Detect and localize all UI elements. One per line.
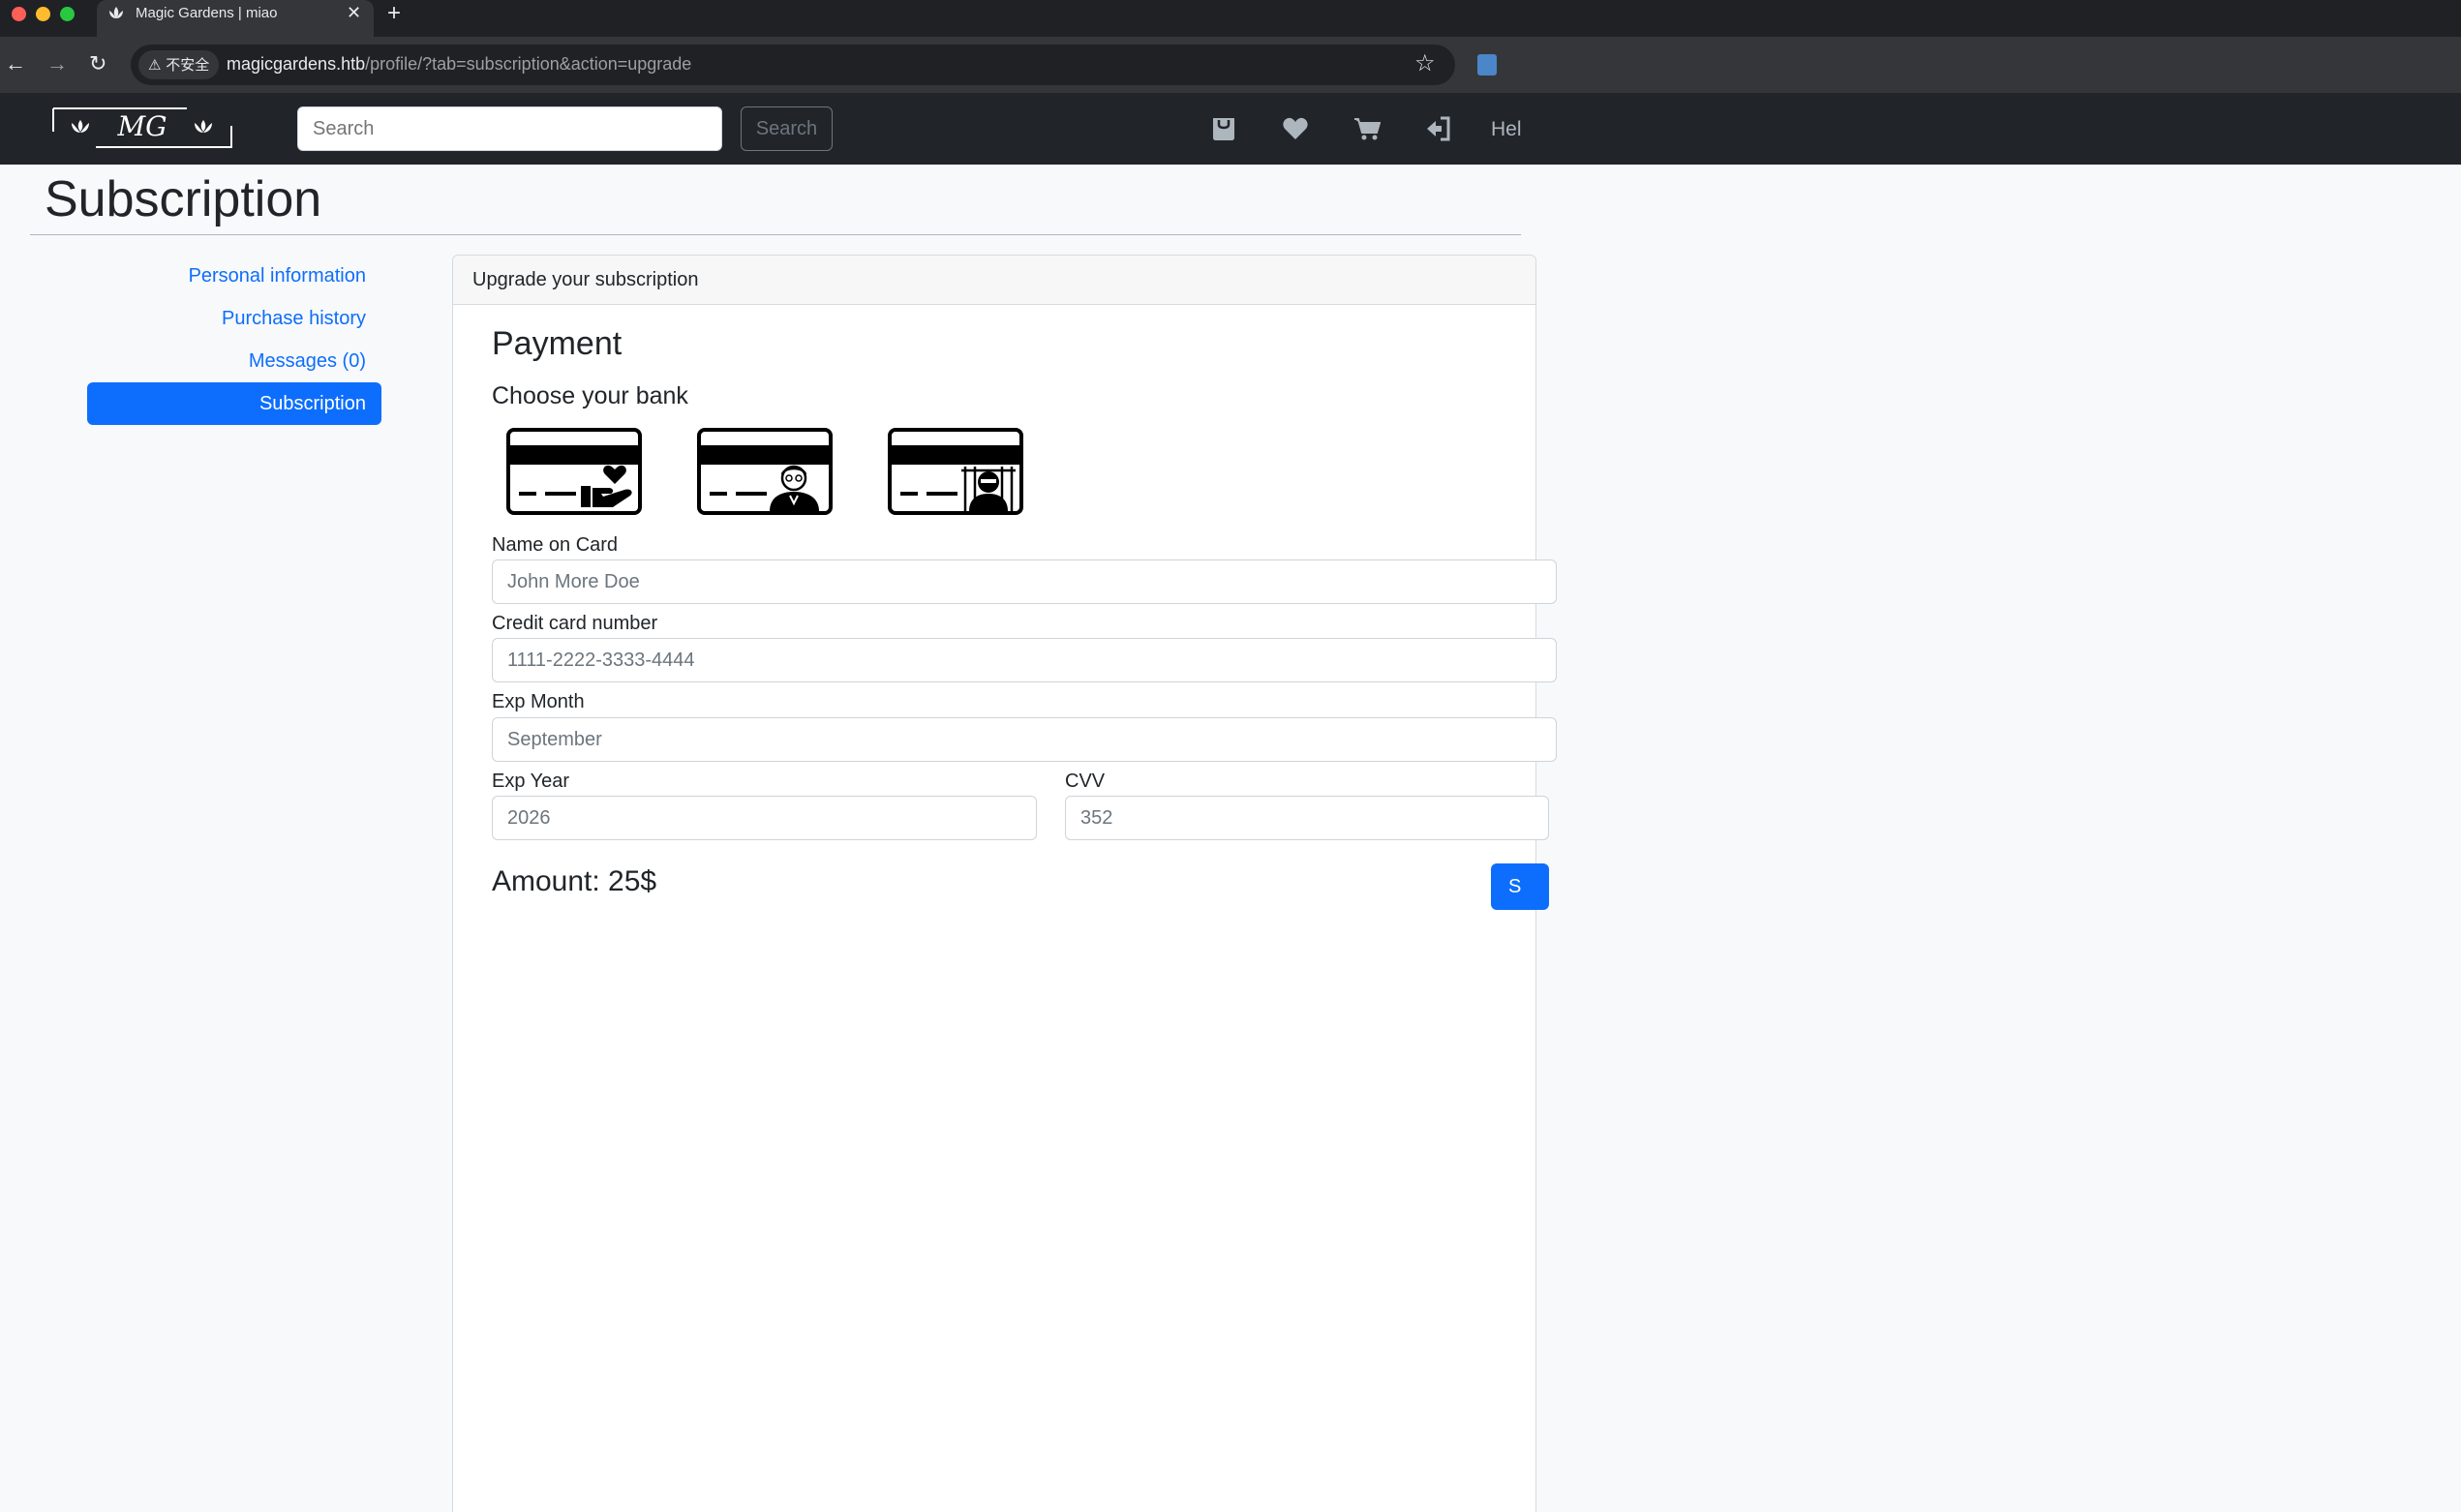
forward-button[interactable]: → [46,52,68,76]
upgrade-subscription-card: Upgrade your subscription Payment Choose… [452,255,1557,1512]
exp-month-field[interactable] [492,717,1557,762]
exp-year-label: Exp Year [492,771,570,792]
close-tab-icon[interactable]: ✕ [347,3,361,23]
search-button[interactable]: Search [741,106,833,151]
sign-in-icon[interactable] [1425,116,1452,141]
magic-gardens-logo[interactable]: MG [51,106,233,151]
browser-tab[interactable]: Magic Gardens | miao ✕ [97,0,374,37]
lotus-favicon-icon [109,7,123,18]
amount-total: Amount: 25$ [492,865,657,897]
sidebar-item-purchase-history[interactable]: Purchase history [87,297,381,340]
site-navbar: MG Search Hel [0,93,2461,165]
sidebar-item-personal-information[interactable]: Personal information [87,255,381,297]
logo-text: MG [116,110,167,142]
payment-heading: Payment [492,325,623,362]
exp-month-label: Exp Month [492,691,585,712]
cvv-label: CVV [1065,771,1106,792]
credit-card-number-field[interactable] [492,638,1557,682]
search-input[interactable] [297,106,722,151]
name-on-card-label: Name on Card [492,534,619,556]
help-link[interactable]: Hel [1491,118,1522,141]
minimize-window-button[interactable] [36,7,50,21]
browser-toolbar: ← → ↻ ⚠ 不安全 magicgardens.htb/profile/?ta… [0,37,2461,93]
new-tab-button[interactable]: + [387,0,401,27]
profile-sidebar: Personal information Purchase history Me… [87,255,381,425]
page-title: Subscription [45,171,322,227]
url-host: magicgardens.htb [227,54,366,74]
maximize-window-button[interactable] [60,7,75,21]
bookmark-star-icon[interactable]: ☆ [1414,49,1436,76]
close-window-button[interactable] [12,7,26,21]
back-button[interactable]: ← [5,52,26,76]
address-bar[interactable]: ⚠ 不安全 magicgardens.htb/profile/?tab=subs… [131,45,1455,85]
reload-button[interactable]: ↻ [89,52,106,76]
not-secure-badge[interactable]: ⚠ 不安全 [138,50,220,79]
divider [30,234,1521,235]
shopping-bag-icon[interactable] [1210,116,1237,141]
sidebar-item-messages[interactable]: Messages (0) [87,340,381,382]
bank-card-prisoner-icon[interactable] [888,428,1023,515]
tab-title: Magic Gardens | miao [136,5,278,21]
submit-payment-button[interactable]: S [1491,863,1549,910]
name-on-card-field[interactable] [492,559,1557,604]
url-path: /profile/?tab=subscription&action=upgrad… [365,54,692,74]
browser-tab-bar: Magic Gardens | miao ✕ + [0,0,2461,37]
bank-card-elder-icon[interactable] [697,428,833,515]
exp-year-field[interactable] [492,796,1037,840]
card-header: Upgrade your subscription [453,256,1535,305]
heart-icon[interactable] [1282,116,1309,141]
url-text[interactable]: magicgardens.htb/profile/?tab=subscripti… [227,54,691,75]
cvv-field[interactable] [1065,796,1549,840]
bank-card-heart-hand-icon[interactable] [506,428,642,515]
sidebar-item-subscription[interactable]: Subscription [87,382,381,425]
cart-icon[interactable] [1353,116,1381,141]
choose-bank-heading: Choose your bank [492,382,688,409]
credit-card-number-label: Credit card number [492,613,658,634]
extension-icon[interactable] [1477,54,1497,76]
